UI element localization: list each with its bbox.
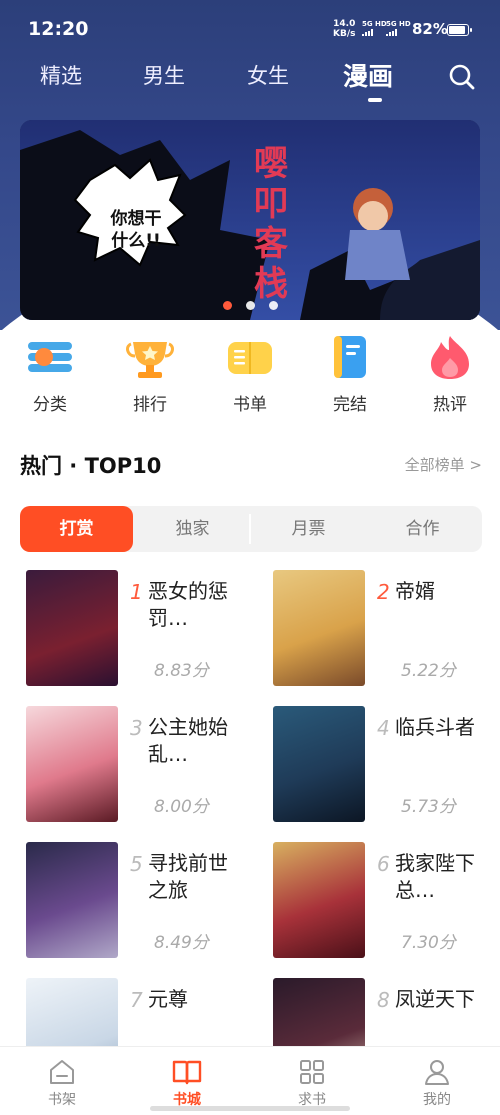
category-ranking[interactable]: 排行 [110, 332, 190, 415]
comic-cover [26, 842, 118, 958]
comic-cover [26, 570, 118, 686]
comic-title: 临兵斗者 [395, 715, 475, 739]
nav-profile[interactable]: 我的 [387, 1057, 487, 1109]
comic-score: 5.73分 [401, 797, 456, 817]
network-speed: 14.0 KB/s [333, 19, 356, 39]
category-icon [25, 332, 75, 382]
ranking-sub-tabs: 打赏 独家 月票 合作 [20, 506, 482, 552]
ranking-item[interactable]: 5 寻找前世之旅 8.49分 [20, 842, 250, 960]
carousel-dots [20, 301, 480, 310]
comic-title: 公主她始乱… [148, 715, 228, 766]
speech-bubble-text: 你想干 什么!! [110, 209, 162, 251]
sub-tab-tips[interactable]: 打赏 [20, 506, 133, 552]
search-button[interactable] [447, 62, 477, 92]
ranking-item[interactable]: 4 临兵斗者 5.73分 [267, 706, 497, 824]
status-time: 12:20 [28, 18, 89, 40]
category-hot-comments[interactable]: 热评 [410, 332, 490, 415]
ranking-item[interactable]: 3 公主她始乱… 8.00分 [20, 706, 250, 824]
comic-cover [273, 706, 365, 822]
category-finished[interactable]: 完结 [310, 332, 390, 415]
tab-female[interactable]: 女生 [247, 60, 289, 90]
nav-bookstore[interactable]: 书城 [137, 1057, 237, 1109]
rank-number: 4 [377, 716, 390, 740]
rank-number: 2 [377, 580, 390, 604]
carousel-dot[interactable] [222, 301, 232, 310]
top10-header: 热门 · TOP10 全部榜单 > [20, 448, 482, 482]
tab-male[interactable]: 男生 [143, 60, 185, 90]
comic-cover [273, 842, 365, 958]
rank-number: 1 [130, 580, 143, 604]
rank-number: 8 [377, 988, 390, 1012]
sub-tab-cooperation[interactable]: 合作 [366, 506, 479, 552]
ranking-item[interactable]: 1 恶女的惩罚… 8.83分 [20, 570, 250, 688]
carousel-dot[interactable] [268, 301, 278, 310]
rank-number: 6 [377, 852, 390, 876]
top-tab-bar: 精选 男生 女生 漫画 [0, 56, 500, 106]
comic-title: 帝婿 [395, 579, 435, 603]
flame-icon [425, 332, 475, 382]
nav-bookshelf[interactable]: 书架 [12, 1057, 112, 1109]
search-icon [449, 64, 475, 90]
user-icon [425, 1060, 449, 1085]
category-classify[interactable]: 分类 [10, 332, 90, 415]
active-tab-indicator [368, 98, 382, 102]
tab-featured[interactable]: 精选 [40, 60, 82, 90]
bottom-navigation: 书架 书城 求书 我的 [0, 1046, 500, 1115]
comic-cover [26, 706, 118, 822]
comic-title: 我家陛下总… [395, 851, 475, 902]
comic-title: 凤逆天下 [395, 987, 475, 1011]
sim2-signal-icon: 5G HD [386, 20, 411, 36]
sub-tab-monthly-ticket[interactable]: 月票 [252, 506, 365, 552]
sub-tab-divider [249, 514, 251, 544]
battery-icon [447, 24, 472, 36]
comic-score: 8.83分 [154, 661, 209, 681]
ranking-item[interactable]: 7 元尊 [20, 978, 250, 1046]
ranking-list: 1 恶女的惩罚… 8.83分 2 帝婿 5.22分 3 公主她始乱… 8.00分… [0, 570, 500, 1046]
banner-carousel[interactable]: 你想干 什么!! 嘤 叩 客 栈 [20, 120, 480, 320]
rank-number: 7 [130, 988, 143, 1012]
comic-cover [273, 978, 365, 1046]
finished-book-icon [325, 332, 375, 382]
bookshelf-icon [50, 1060, 74, 1084]
rank-number: 3 [130, 716, 143, 740]
all-rankings-link[interactable]: 全部榜单 > [405, 454, 482, 475]
ranking-item[interactable]: 6 我家陛下总… 7.30分 [267, 842, 497, 960]
comic-cover [26, 978, 118, 1046]
home-indicator [150, 1106, 350, 1111]
comic-cover [273, 570, 365, 686]
nav-request-book[interactable]: 求书 [262, 1057, 362, 1109]
sim1-signal-icon: 5G HD [362, 20, 387, 36]
banner-title: 嘤 叩 客 栈 [254, 144, 288, 304]
ranking-item[interactable]: 8 凤逆天下 [267, 978, 497, 1046]
comic-title: 恶女的惩罚… [148, 579, 228, 630]
open-book-icon [172, 1060, 202, 1085]
comic-score: 7.30分 [401, 933, 456, 953]
sub-tab-exclusive[interactable]: 独家 [136, 506, 249, 552]
carousel-dot[interactable] [245, 301, 255, 310]
comic-score: 8.49分 [154, 933, 209, 953]
section-title: 热门 · TOP10 [20, 454, 162, 478]
category-booklist[interactable]: 书单 [210, 332, 290, 415]
category-shortcuts: 分类 排行 书单 完结 热评 [0, 332, 500, 422]
rank-number: 5 [130, 852, 143, 876]
ranking-item[interactable]: 2 帝婿 5.22分 [267, 570, 497, 688]
comic-score: 5.22分 [401, 661, 456, 681]
book-list-icon [225, 332, 275, 382]
comic-title: 元尊 [148, 987, 188, 1011]
trophy-icon [125, 332, 175, 382]
comic-score: 8.00分 [154, 797, 209, 817]
battery-percent: 82% [412, 20, 448, 38]
comic-title: 寻找前世之旅 [148, 851, 228, 902]
tab-comics[interactable]: 漫画 [343, 57, 393, 93]
grid-icon [300, 1060, 324, 1084]
status-bar: 12:20 14.0 KB/s 5G HD 5G HD 82% [0, 0, 500, 60]
